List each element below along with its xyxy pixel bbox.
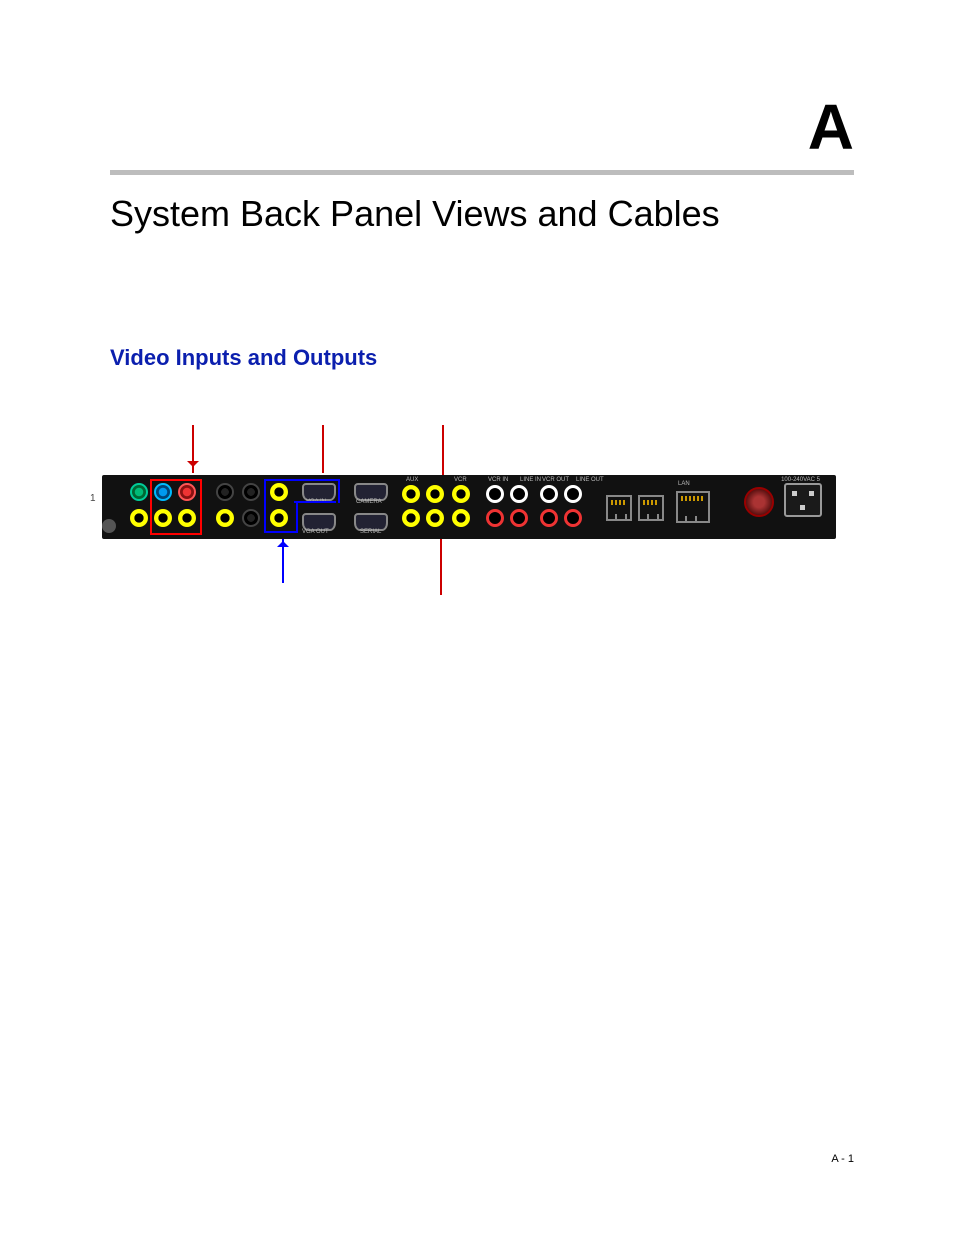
vcr-out-label: VCR OUT (542, 477, 569, 483)
rca-white-jack-icon (540, 485, 558, 503)
svideo-jack-icon (242, 509, 260, 527)
lan-label: LAN (678, 481, 690, 487)
rca-white-jack-icon (510, 485, 528, 503)
horizontal-rule (110, 170, 854, 175)
rca-white-jack-icon (486, 485, 504, 503)
panel-chassis (102, 475, 836, 539)
red-highlight-box-icon (150, 479, 202, 535)
page-title: System Back Panel Views and Cables (110, 193, 854, 235)
line-in-label: LINE IN (520, 477, 541, 483)
rca-white-jack-icon (564, 485, 582, 503)
arrow-red-line-icon (440, 535, 442, 595)
rca-red-jack-icon (486, 509, 504, 527)
vga-out-label: VGA OUT (302, 529, 329, 535)
svideo-jack-icon (242, 483, 260, 501)
blue-highlight-box-icon (294, 501, 336, 503)
composite-jack-icon (426, 509, 444, 527)
composite-jack-icon (452, 509, 470, 527)
arrow-blue-up-icon (282, 535, 284, 583)
composite-jack-icon (402, 509, 420, 527)
vcr-label: VCR (454, 477, 467, 483)
arrow-red-down-icon (192, 425, 194, 473)
ac-inlet-icon (784, 483, 822, 517)
serial-label: SERIAL (360, 529, 381, 535)
composite-jack-icon (130, 509, 148, 527)
rca-red-jack-icon (540, 509, 558, 527)
arrow-red-line-icon (322, 425, 324, 473)
rj-port-icon (638, 495, 664, 521)
svideo-jack-icon (216, 483, 234, 501)
aux-label: AUX (406, 477, 418, 483)
composite-jack-icon (402, 485, 420, 503)
appendix-letter: A (110, 90, 854, 164)
component-y-jack-icon (130, 483, 148, 501)
composite-jack-icon (426, 485, 444, 503)
rca-red-jack-icon (564, 509, 582, 527)
camera-label: CAMERA (356, 499, 382, 505)
rca-red-jack-icon (510, 509, 528, 527)
channel-number: 1 (90, 493, 96, 504)
page-footer: A - 1 (831, 1153, 854, 1165)
composite-jack-icon (216, 509, 234, 527)
back-panel-diagram: 1 VGA IN VGA OUT CAMERA SERIAL AUX VCR (102, 435, 836, 575)
ground-lug-icon (102, 519, 116, 533)
section-heading: Video Inputs and Outputs (110, 345, 854, 371)
composite-jack-icon (452, 485, 470, 503)
blue-highlight-box-icon (264, 479, 340, 503)
line-out-label: LINE OUT (576, 477, 604, 483)
vcr-in-label: VCR IN (488, 477, 508, 483)
power-button-icon (744, 487, 774, 517)
lan-port-icon (676, 491, 710, 523)
blue-highlight-box-icon (264, 501, 298, 533)
rj-port-icon (606, 495, 632, 521)
